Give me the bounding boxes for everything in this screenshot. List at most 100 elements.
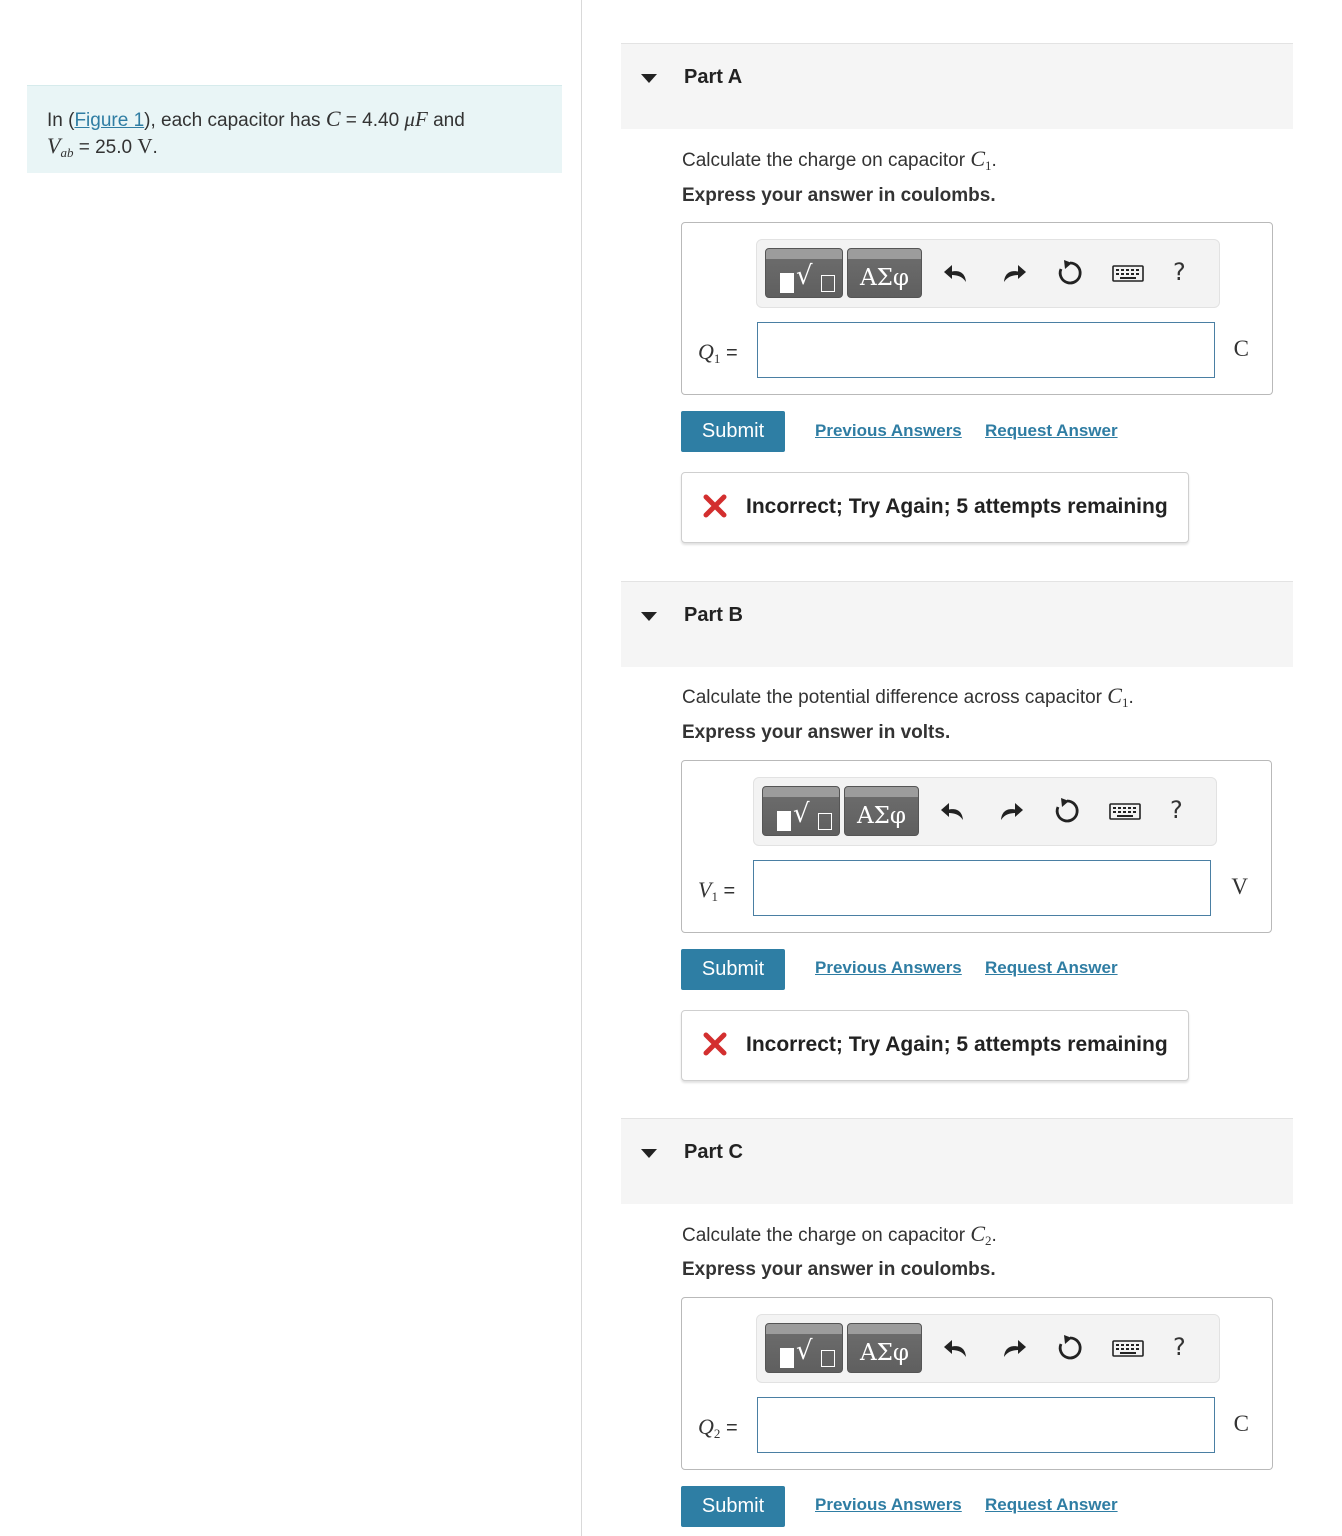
radical-icon: √ bbox=[796, 1336, 813, 1366]
question-text: Calculate the charge on capacitor bbox=[682, 150, 971, 171]
undo-icon[interactable] bbox=[938, 796, 968, 826]
collapse-triangle-icon[interactable] bbox=[641, 612, 657, 621]
feedback-message: Incorrect; Try Again; 5 attempts remaini… bbox=[681, 1010, 1189, 1081]
answer-variable-label: Q2 = bbox=[698, 1414, 738, 1442]
capacitance-value: = 4.40 bbox=[340, 110, 405, 131]
part-a-title: Part A bbox=[684, 66, 743, 88]
question-text: Calculate the charge on capacitor bbox=[682, 1225, 971, 1246]
templates-button[interactable]: √ bbox=[765, 248, 843, 298]
voltage-unit: V bbox=[137, 134, 153, 158]
question-end: . bbox=[991, 150, 997, 171]
incorrect-x-icon bbox=[703, 494, 727, 518]
question-symbol: C bbox=[1107, 683, 1122, 708]
question-symbol: C bbox=[970, 146, 986, 171]
part-c-header[interactable]: Part C bbox=[621, 1118, 1293, 1204]
variable-symbol: Q bbox=[698, 1414, 714, 1439]
answer-input[interactable] bbox=[757, 1397, 1215, 1453]
part-c-instruction: Express your answer in coulombs. bbox=[682, 1259, 996, 1280]
intro-prefix: In ( bbox=[47, 110, 75, 131]
voltage-symbol: V bbox=[47, 133, 61, 158]
template-box-icon bbox=[818, 813, 832, 830]
previous-answers-link[interactable]: Previous Answers bbox=[815, 421, 962, 441]
redo-icon[interactable] bbox=[996, 796, 1026, 826]
feedback-message: Incorrect; Try Again; 5 attempts remaini… bbox=[681, 472, 1189, 543]
variable-equals: = bbox=[720, 342, 738, 364]
templates-button[interactable]: √ bbox=[765, 1323, 843, 1373]
keyboard-icon[interactable] bbox=[1108, 796, 1142, 826]
part-b-title: Part B bbox=[684, 604, 743, 626]
reset-icon[interactable] bbox=[1052, 796, 1082, 826]
undo-icon[interactable] bbox=[941, 258, 971, 288]
greek-symbols-button[interactable]: ΑΣφ bbox=[847, 248, 922, 298]
part-b-answer-box: √ ΑΣφ ? V1 = V bbox=[681, 760, 1272, 933]
math-toolbar: √ ΑΣφ ? bbox=[756, 239, 1220, 308]
question-end: . bbox=[1128, 687, 1134, 708]
template-box-icon bbox=[821, 1350, 835, 1367]
feedback-text: Incorrect; Try Again; 5 attempts remaini… bbox=[746, 495, 1168, 518]
variable-symbol: Q bbox=[698, 339, 714, 364]
collapse-triangle-icon[interactable] bbox=[641, 74, 657, 83]
question-end: . bbox=[991, 1225, 997, 1246]
question-symbol: C bbox=[970, 1221, 986, 1246]
template-block-icon bbox=[777, 811, 791, 831]
part-b-header[interactable]: Part B bbox=[621, 581, 1293, 667]
variable-symbol: V bbox=[698, 877, 712, 902]
intro-end: . bbox=[152, 137, 158, 158]
previous-answers-link[interactable]: Previous Answers bbox=[815, 1495, 962, 1515]
capacitance-symbol: C bbox=[325, 106, 341, 131]
undo-icon[interactable] bbox=[941, 1333, 971, 1363]
submit-button[interactable]: Submit bbox=[681, 411, 785, 452]
request-answer-link[interactable]: Request Answer bbox=[985, 958, 1118, 978]
part-c-answer-box: √ ΑΣφ ? Q2 = C bbox=[681, 1297, 1273, 1470]
redo-icon[interactable] bbox=[999, 1333, 1029, 1363]
keyboard-icon[interactable] bbox=[1111, 1333, 1145, 1363]
template-block-icon bbox=[780, 1348, 794, 1368]
math-toolbar: √ ΑΣφ ? bbox=[753, 777, 1217, 846]
help-button[interactable]: ? bbox=[1173, 258, 1186, 286]
request-answer-link[interactable]: Request Answer bbox=[985, 421, 1118, 441]
variable-equals: = bbox=[717, 880, 736, 902]
answer-input[interactable] bbox=[757, 322, 1215, 378]
answer-unit: C bbox=[1233, 1411, 1249, 1436]
intro-text: ), each capacitor has bbox=[144, 110, 326, 131]
redo-icon[interactable] bbox=[999, 258, 1029, 288]
part-b-question: Calculate the potential difference acros… bbox=[682, 683, 1134, 711]
radical-icon: √ bbox=[793, 799, 810, 829]
templates-button[interactable]: √ bbox=[762, 786, 840, 836]
collapse-triangle-icon[interactable] bbox=[641, 1149, 657, 1158]
answer-variable-label: Q1 = bbox=[698, 339, 738, 367]
help-button[interactable]: ? bbox=[1173, 1333, 1186, 1361]
part-a-question: Calculate the charge on capacitor C1. bbox=[682, 146, 997, 174]
voltage-subscript: ab bbox=[60, 145, 74, 160]
template-block-icon bbox=[780, 273, 794, 293]
part-c-question: Calculate the charge on capacitor C2. bbox=[682, 1221, 997, 1249]
figure-link[interactable]: Figure 1 bbox=[74, 110, 144, 131]
question-text: Calculate the potential difference acros… bbox=[682, 687, 1108, 708]
answer-unit: V bbox=[1231, 874, 1248, 899]
part-a-answer-box: √ ΑΣφ ? Q1 = C bbox=[681, 222, 1273, 395]
answer-input[interactable] bbox=[753, 860, 1211, 916]
part-a-header[interactable]: Part A bbox=[621, 43, 1293, 129]
reset-icon[interactable] bbox=[1055, 258, 1085, 288]
capacitance-unit-text: μF bbox=[404, 107, 428, 131]
answer-variable-label: V1 = bbox=[698, 877, 735, 905]
request-answer-link[interactable]: Request Answer bbox=[985, 1495, 1118, 1515]
help-button[interactable]: ? bbox=[1170, 796, 1183, 824]
keyboard-icon[interactable] bbox=[1111, 258, 1145, 288]
greek-symbols-button[interactable]: ΑΣφ bbox=[847, 1323, 922, 1373]
part-a-instruction: Express your answer in coulombs. bbox=[682, 185, 996, 206]
submit-button[interactable]: Submit bbox=[681, 1486, 785, 1527]
submit-button[interactable]: Submit bbox=[681, 949, 785, 990]
part-b-instruction: Express your answer in volts. bbox=[682, 722, 951, 743]
part-c-title: Part C bbox=[684, 1141, 743, 1163]
variable-equals: = bbox=[720, 1417, 738, 1439]
column-divider bbox=[581, 0, 582, 1536]
greek-symbols-button[interactable]: ΑΣφ bbox=[844, 786, 919, 836]
incorrect-x-icon bbox=[703, 1032, 727, 1056]
reset-icon[interactable] bbox=[1055, 1333, 1085, 1363]
capacitance-unit: μF bbox=[404, 107, 427, 131]
voltage-value: = 25.0 bbox=[73, 137, 138, 158]
feedback-text: Incorrect; Try Again; 5 attempts remaini… bbox=[746, 1033, 1168, 1056]
answer-unit: C bbox=[1233, 336, 1249, 361]
previous-answers-link[interactable]: Previous Answers bbox=[815, 958, 962, 978]
